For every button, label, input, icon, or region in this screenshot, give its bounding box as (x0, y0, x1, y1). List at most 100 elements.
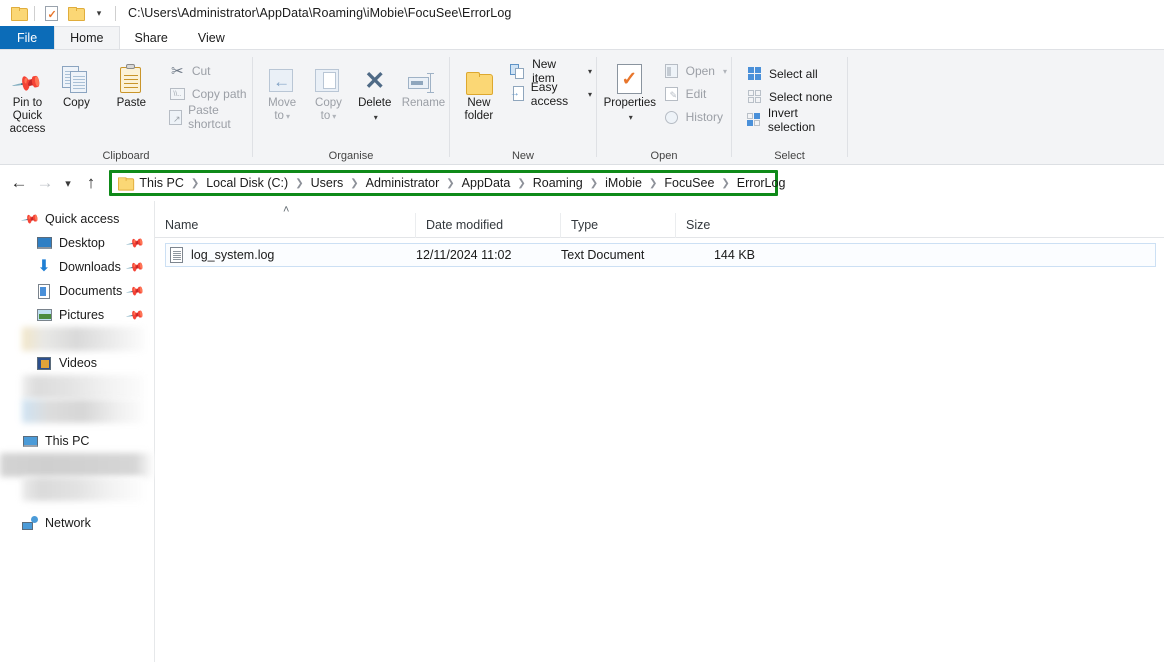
copy-label: Copy (62, 97, 90, 109)
column-header-size[interactable]: Size (675, 212, 755, 238)
crumb-sep-1[interactable]: ❯ (190, 178, 200, 189)
invert-selection-button[interactable]: Invert selection (742, 106, 847, 134)
rename-button[interactable]: Rename (398, 56, 449, 110)
properties-button[interactable]: ✓ Properties ▾ (603, 56, 657, 124)
crumb-sep-7[interactable]: ❯ (648, 178, 658, 189)
rename-icon (408, 60, 438, 94)
address-bar: ← → ▾ ↑ ❯ This PC ❯ Local Disk (C:) ❯ Us… (0, 165, 1164, 201)
group-label-open: Open (650, 150, 678, 162)
ribbon-tab-bar: File Home Share View (0, 26, 1164, 49)
sidebar-item-network[interactable]: Network (0, 511, 154, 535)
breadcrumb-focusee[interactable]: FocuSee (660, 176, 718, 190)
crumb-sep-3[interactable]: ❯ (349, 178, 359, 189)
folder-icon[interactable] (6, 2, 30, 24)
cut-button[interactable]: ✂ Cut (165, 61, 252, 81)
breadcrumb-errorlog[interactable]: ErrorLog (733, 176, 790, 190)
tab-file[interactable]: File (0, 26, 55, 49)
move-to-button[interactable]: ← Move to ▾ (259, 56, 305, 123)
select-all-button[interactable]: Select all (742, 64, 847, 84)
sidebar-item-redacted-2[interactable] (22, 375, 144, 399)
crumb-sep-6[interactable]: ❯ (589, 178, 599, 189)
new-folder-icon[interactable] (63, 2, 87, 24)
sidebar-item-redacted-1[interactable] (22, 327, 144, 351)
tab-view[interactable]: View (183, 26, 240, 49)
history-button[interactable]: History (659, 107, 731, 127)
sidebar-label-this-pc: This PC (45, 434, 90, 448)
sidebar-item-redacted-3[interactable] (22, 399, 144, 423)
ribbon-group-clipboard: 📌 Pin to Quick access Copy Paste ✂ Cut \… (0, 50, 252, 166)
select-none-button[interactable]: Select none (742, 87, 847, 107)
invert-selection-label: Invert selection (767, 106, 816, 134)
column-header-row: Name Date modified Type Size (155, 212, 1164, 238)
open-button[interactable]: Open ▾ (659, 61, 731, 81)
copy-path-button[interactable]: \\.. Copy path (165, 84, 252, 104)
new-item-button[interactable]: New item ▾ (506, 57, 596, 85)
sidebar-item-this-pc[interactable]: This PC (0, 429, 154, 453)
paste-shortcut-button[interactable]: ↗ Paste shortcut (165, 103, 252, 131)
recent-locations-button[interactable]: ▾ (58, 170, 78, 196)
crumb-sep-8[interactable]: ❯ (720, 178, 730, 189)
pin-to-quick-access-button[interactable]: 📌 Pin to Quick access (4, 56, 51, 136)
file-name-cell[interactable]: log_system.log (166, 247, 416, 263)
breadcrumb-appdata[interactable]: AppData (458, 176, 515, 190)
sidebar-label-pictures: Pictures (59, 308, 105, 322)
delete-icon: ✕ (364, 67, 386, 95)
group-label-new: New (511, 150, 534, 162)
sidebar-item-redacted-4[interactable] (22, 477, 144, 501)
breadcrumb-roaming[interactable]: Roaming (529, 176, 587, 190)
pin-icon[interactable]: 📌 (125, 305, 145, 325)
quick-access-toolbar: ✓ ▾ (6, 2, 120, 24)
back-button[interactable]: ← (6, 170, 32, 196)
sidebar-item-redacted-selected[interactable] (0, 453, 154, 477)
column-header-type[interactable]: Type (560, 212, 675, 238)
copy-to-button[interactable]: Copy to ▾ (305, 56, 351, 123)
breadcrumb-users[interactable]: Users (307, 176, 348, 190)
breadcrumb-imobie[interactable]: iMobie (601, 176, 646, 190)
breadcrumb[interactable]: ❯ This PC ❯ Local Disk (C:) ❯ Users ❯ Ad… (109, 170, 785, 196)
tab-home[interactable]: Home (54, 26, 120, 49)
sidebar-item-quick-access[interactable]: 📌 Quick access (0, 207, 154, 231)
edit-button[interactable]: ✎ Edit (659, 84, 731, 104)
paste-button[interactable]: Paste (108, 56, 155, 110)
forward-button[interactable]: → (32, 170, 58, 196)
network-icon (22, 515, 38, 531)
crumb-sep-5[interactable]: ❯ (516, 178, 526, 189)
select-none-icon (746, 90, 763, 104)
paste-shortcut-icon: ↗ (168, 109, 182, 125)
sidebar-item-videos[interactable]: Videos (0, 351, 154, 375)
tab-share[interactable]: Share (120, 26, 183, 49)
breadcrumb-local-disk[interactable]: Local Disk (C:) (202, 176, 292, 190)
sort-ascending-icon[interactable]: ˄ (283, 204, 289, 216)
easy-access-button[interactable]: → Easy access ▾ (506, 80, 596, 108)
ribbon-group-new: New folder New item ▾ → Easy access ▾ Ne… (450, 50, 596, 166)
copy-button[interactable]: Copy (53, 56, 100, 110)
delete-button[interactable]: ✕ Delete ▾ (352, 56, 398, 124)
breadcrumb-this-pc[interactable]: This PC (135, 176, 187, 190)
file-size-cell: 144 KB (713, 248, 755, 262)
sidebar-item-desktop[interactable]: Desktop 📌 (0, 231, 154, 255)
properties-icon[interactable]: ✓ (39, 2, 63, 24)
pin-icon[interactable]: 📌 (125, 257, 145, 277)
customize-chevron-icon[interactable]: ▾ (87, 2, 111, 24)
sidebar-item-pictures[interactable]: Pictures 📌 (0, 303, 154, 327)
breadcrumb-administrator[interactable]: Administrator (362, 176, 444, 190)
sidebar-item-downloads[interactable]: ⬇ Downloads 📌 (0, 255, 154, 279)
new-folder-label-2: folder (464, 110, 494, 122)
pin-icon[interactable]: 📌 (125, 233, 145, 253)
pin-label-2: access (9, 123, 46, 135)
pin-icon[interactable]: 📌 (125, 281, 145, 301)
crumb-sep-4[interactable]: ❯ (445, 178, 455, 189)
copy-to-label-2: to (320, 110, 331, 122)
pin-label-1: Pin to Quick (12, 97, 43, 122)
navigation-pane: 📌 Quick access Desktop 📌 ⬇ Downloads 📌 D… (0, 201, 155, 662)
new-folder-button[interactable]: New folder (456, 56, 502, 123)
column-header-date-modified[interactable]: Date modified (415, 212, 560, 238)
rename-label: Rename (401, 97, 446, 109)
column-header-name[interactable]: Name (155, 213, 415, 238)
ribbon-group-open: ✓ Properties ▾ Open ▾ ✎ Edit History Ope… (597, 50, 731, 166)
crumb-sep-2[interactable]: ❯ (294, 178, 304, 189)
up-button[interactable]: ↑ (78, 170, 104, 196)
table-row[interactable]: log_system.log 12/11/2024 11:02 Text Doc… (165, 243, 1156, 267)
select-all-label: Select all (769, 67, 818, 81)
sidebar-item-documents[interactable]: Documents 📌 (0, 279, 154, 303)
